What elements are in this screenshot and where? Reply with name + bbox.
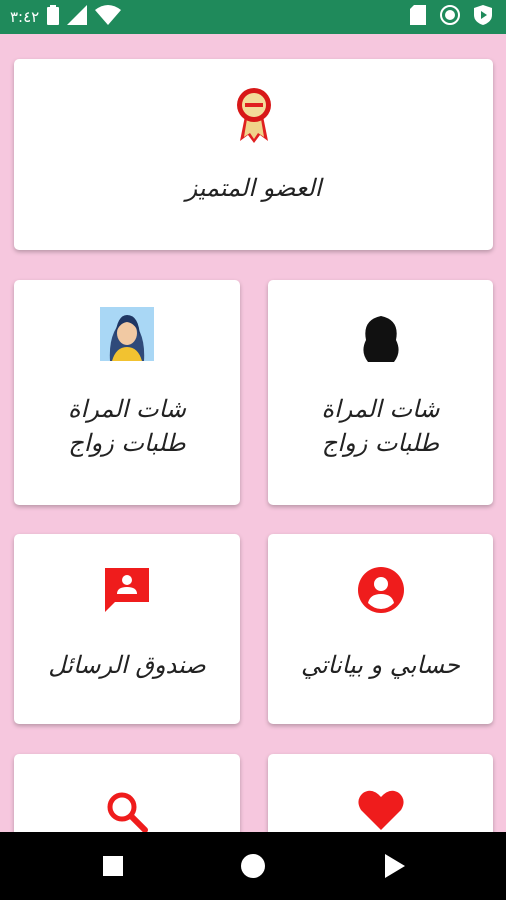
status-time: ٣:٤٢ bbox=[10, 8, 40, 26]
circle-status-icon bbox=[440, 5, 460, 29]
featured-member-label: العضو المتميز bbox=[185, 174, 322, 202]
woman-silhouette-icon bbox=[353, 310, 408, 362]
battery-icon bbox=[47, 5, 60, 29]
status-bar: ٣:٤٢ bbox=[0, 0, 506, 34]
featured-member-card[interactable]: العضو المتميز bbox=[14, 59, 493, 250]
contact-message-icon bbox=[103, 566, 151, 614]
woman-avatar-icon bbox=[100, 307, 154, 361]
search-icon bbox=[105, 790, 149, 834]
recents-square-icon[interactable] bbox=[99, 852, 127, 880]
my-account-card[interactable]: حسابي و بياناتي bbox=[268, 534, 493, 724]
women-chat-marriage-label-left: شات المراة طلبات زواج bbox=[68, 395, 186, 457]
play-protect-icon bbox=[474, 5, 492, 29]
signal-icon bbox=[67, 5, 88, 29]
award-ribbon-icon bbox=[234, 87, 274, 143]
wifi-icon bbox=[95, 5, 122, 29]
home-circle-icon[interactable] bbox=[239, 852, 267, 880]
women-chat-marriage-label-right: شات المراة طلبات زواج bbox=[321, 395, 440, 457]
sd-card-icon bbox=[410, 5, 426, 29]
account-circle-icon bbox=[357, 566, 405, 614]
women-chat-marriage-card-right[interactable]: شات المراة طلبات زواج bbox=[268, 280, 493, 505]
my-account-label: حسابي و بياناتي bbox=[301, 651, 460, 679]
heart-icon bbox=[357, 788, 405, 832]
navigation-bar bbox=[0, 832, 506, 900]
back-triangle-icon[interactable] bbox=[380, 852, 408, 880]
status-left: ٣:٤٢ bbox=[10, 5, 122, 29]
messages-box-card[interactable]: صندوق الرسائل bbox=[14, 534, 240, 724]
women-chat-marriage-card-left[interactable]: شات المراة طلبات زواج bbox=[14, 280, 240, 505]
messages-box-label: صندوق الرسائل bbox=[48, 651, 206, 679]
status-right bbox=[410, 5, 492, 29]
